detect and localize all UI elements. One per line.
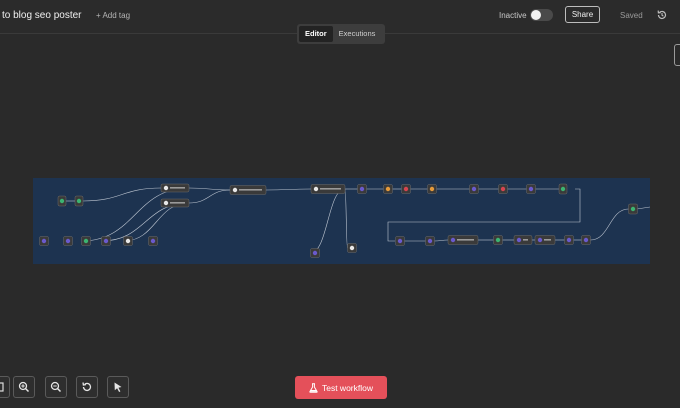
workflow-node[interactable] — [395, 236, 405, 246]
node-icon — [630, 206, 636, 212]
node-icon — [103, 238, 109, 244]
node-icon — [516, 237, 522, 243]
test-workflow-label: Test workflow — [321, 382, 373, 393]
workflow-editor: to blog seo poster + Add tag Inactive Sh… — [0, 0, 680, 408]
workflow-node[interactable] — [160, 183, 190, 193]
workflow-node[interactable] — [63, 236, 73, 246]
zoom-out-button[interactable] — [45, 376, 67, 398]
node-icon — [59, 198, 65, 204]
workflow-node[interactable] — [81, 236, 91, 246]
node-icon — [583, 237, 589, 243]
workflow-node[interactable] — [160, 198, 190, 208]
nodes — [39, 183, 638, 258]
node-icon — [65, 238, 71, 244]
workflow-node[interactable] — [564, 235, 574, 245]
node-icon — [528, 186, 534, 192]
workflow-node[interactable] — [628, 203, 638, 215]
node-label-bar — [239, 189, 262, 191]
node-label-bar — [170, 202, 185, 204]
connection-line — [188, 187, 231, 191]
node-label-bar — [544, 239, 551, 241]
workflow-node[interactable] — [74, 195, 84, 207]
workflow-node[interactable] — [401, 184, 411, 194]
node-icon — [41, 238, 47, 244]
node-icon — [150, 238, 156, 244]
test-workflow-button[interactable]: Test workflow — [295, 376, 387, 399]
connection-line — [434, 239, 449, 242]
connection-line — [188, 189, 231, 204]
node-icon — [83, 238, 89, 244]
node-icon — [429, 186, 435, 192]
node-icon — [566, 237, 572, 243]
zoom-out-icon — [50, 381, 62, 393]
connection-line — [265, 188, 312, 191]
node-icon — [385, 186, 391, 192]
workflow-node[interactable] — [310, 248, 320, 258]
connection-line — [123, 202, 190, 242]
workflow-node[interactable] — [534, 235, 556, 245]
workflow-node[interactable] — [347, 243, 357, 253]
node-label-bar — [170, 187, 185, 189]
node-icon — [312, 250, 318, 256]
node-icon — [450, 237, 456, 243]
connection-line — [310, 188, 346, 254]
node-icon — [560, 186, 566, 192]
node-icon — [359, 186, 365, 192]
reset-zoom-button[interactable] — [76, 376, 98, 398]
node-icon — [500, 186, 506, 192]
fit-view-icon — [0, 382, 4, 392]
connection-line — [344, 188, 348, 249]
workflow-node[interactable] — [493, 235, 503, 245]
node-icon — [537, 237, 543, 243]
connection-line — [590, 208, 629, 241]
node-icon — [495, 237, 501, 243]
workflow-node[interactable] — [357, 184, 367, 194]
workflow-node[interactable] — [310, 184, 346, 194]
workflow-node[interactable] — [558, 183, 568, 195]
reset-zoom-icon — [82, 382, 92, 392]
fit-view-button[interactable] — [0, 376, 10, 398]
node-icon — [163, 185, 169, 191]
node-label-bar — [523, 239, 528, 241]
workflow-node[interactable] — [229, 185, 267, 195]
workflow-node[interactable] — [513, 235, 533, 245]
workflow-node[interactable] — [498, 184, 508, 194]
workflow-node[interactable] — [427, 184, 437, 194]
workflow-node[interactable] — [447, 235, 479, 245]
node-icon — [471, 186, 477, 192]
workflow-node[interactable] — [469, 184, 479, 194]
pointer-icon — [114, 382, 122, 392]
connection-line — [82, 187, 162, 202]
workflow-node[interactable] — [101, 236, 111, 246]
connection-line — [81, 187, 190, 242]
workflow-node[interactable] — [148, 236, 158, 246]
node-label-bar — [320, 188, 341, 190]
node-icon — [76, 198, 82, 204]
workflow-node[interactable] — [425, 236, 435, 246]
workflow-node[interactable] — [57, 195, 67, 207]
workflow-graph — [39, 183, 651, 258]
node-icon — [163, 200, 169, 206]
workflow-node[interactable] — [526, 184, 536, 194]
node-label-bar — [457, 239, 474, 241]
workflow-node[interactable] — [581, 235, 591, 245]
zoom-in-icon — [18, 381, 30, 393]
node-icon — [349, 245, 355, 251]
connection-line — [101, 202, 190, 242]
node-icon — [232, 187, 238, 193]
flask-icon — [309, 382, 318, 393]
zoom-in-button[interactable] — [13, 376, 35, 398]
connection-line — [387, 188, 581, 242]
workflow-node[interactable] — [39, 236, 49, 246]
workflow-node[interactable] — [383, 184, 393, 194]
node-icon — [313, 186, 319, 192]
node-icon — [427, 238, 433, 244]
node-icon — [397, 238, 403, 244]
node-icon — [403, 186, 409, 192]
connection-line — [636, 206, 651, 210]
pointer-tool-button[interactable] — [107, 376, 129, 398]
node-icon — [125, 238, 131, 244]
workflow-node[interactable] — [123, 236, 133, 246]
